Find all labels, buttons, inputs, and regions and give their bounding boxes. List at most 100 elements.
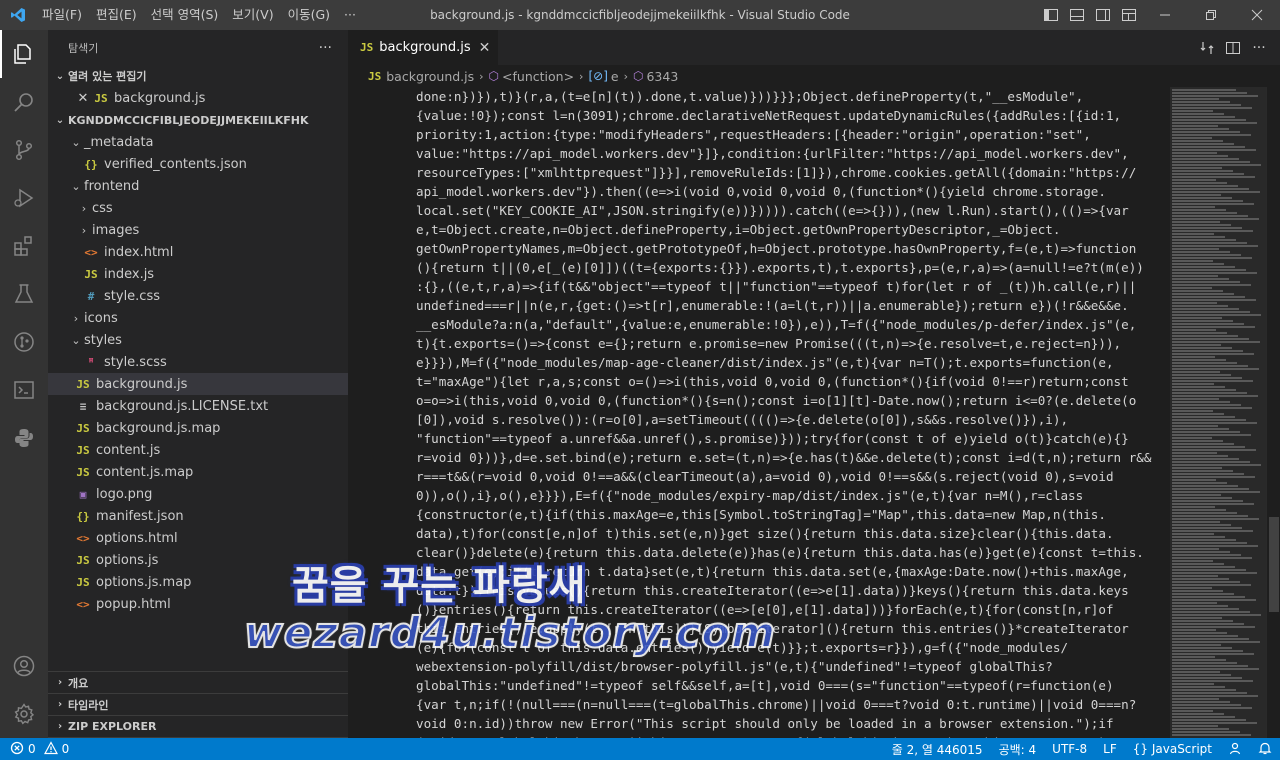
sidebar-section[interactable]: › 개요 — [48, 672, 348, 694]
tree-file[interactable]: <> options.html — [48, 527, 348, 549]
toggle-panel-icon[interactable] — [1064, 0, 1090, 30]
minimap-line — [1172, 146, 1245, 148]
minimap-line — [1172, 392, 1247, 394]
menu-item[interactable]: 편집(E) — [89, 0, 144, 30]
split-editor-icon[interactable] — [1220, 30, 1246, 65]
scrollbar-thumb[interactable] — [1269, 517, 1279, 612]
customize-layout-icon[interactable] — [1116, 0, 1142, 30]
extensions-icon[interactable] — [0, 222, 48, 270]
menu-item[interactable]: 파일(F) — [35, 0, 89, 30]
tree-file[interactable]: <> index.html — [48, 241, 348, 263]
testing-icon[interactable] — [0, 270, 48, 318]
minimap-line — [1172, 515, 1248, 517]
tree-folder[interactable]: ⌄ styles — [48, 329, 348, 351]
tree-file[interactable]: JS background.js — [48, 373, 348, 395]
tree-folder[interactable]: › icons — [48, 307, 348, 329]
minimap-line — [1172, 650, 1243, 652]
tree-folder[interactable]: › css — [48, 197, 348, 219]
minimap-line — [1172, 335, 1238, 337]
toggle-primary-sidebar-icon[interactable] — [1038, 0, 1064, 30]
tree-file[interactable]: JS index.js — [48, 263, 348, 285]
minimap-line — [1172, 128, 1229, 130]
restore-button[interactable] — [1188, 0, 1234, 30]
source-control-icon[interactable] — [0, 126, 48, 174]
tree-file[interactable]: ꟸ style.scss — [48, 351, 348, 373]
tree-file[interactable]: {} manifest.json — [48, 505, 348, 527]
run-debug-icon[interactable] — [0, 174, 48, 222]
minimap-line — [1172, 593, 1234, 595]
tree-item-label: background.js.map — [96, 420, 221, 436]
feedback-icon[interactable] — [1220, 741, 1250, 758]
tree-folder[interactable]: ⌄ _metadata — [48, 131, 348, 153]
minimize-button[interactable] — [1142, 0, 1188, 30]
minimap-line — [1172, 413, 1224, 415]
explorer-icon[interactable] — [0, 30, 48, 78]
sidebar-section[interactable]: › ZIP EXPLORER — [48, 716, 348, 738]
language-mode[interactable]: {} JavaScript — [1125, 742, 1220, 756]
breadcrumb-number[interactable]: 6343 — [646, 69, 678, 84]
toggle-secondary-sidebar-icon[interactable] — [1090, 0, 1116, 30]
chevron-right-icon: › — [579, 69, 584, 83]
breadcrumb-variable[interactable]: e — [611, 69, 619, 84]
minimap-line — [1172, 533, 1214, 535]
tree-file[interactable]: ▣ logo.png — [48, 483, 348, 505]
menu-item[interactable]: ··· — [337, 0, 363, 30]
menu-item[interactable]: 선택 영역(S) — [144, 0, 226, 30]
more-actions-icon[interactable]: ··· — [1246, 30, 1272, 65]
tree-file[interactable]: JS background.js.map — [48, 417, 348, 439]
open-editors-section[interactable]: ⌄ 열려 있는 편집기 — [48, 65, 348, 87]
code-line: api_model.workers.dev"}).then((e=>i(void… — [416, 184, 1106, 199]
tree-folder[interactable]: ⌄ frontend — [48, 175, 348, 197]
open-editor-item[interactable]: ✕ JS background.js — [48, 87, 348, 109]
minimap-line — [1172, 299, 1256, 301]
minimap-line — [1172, 104, 1241, 106]
sidebar-section[interactable]: › 타임라인 — [48, 694, 348, 716]
minimap-line — [1172, 545, 1258, 547]
code-line: resourceTypes:["xmlhttprequest"]}}],remo… — [416, 165, 1137, 180]
close-window-button[interactable] — [1234, 0, 1280, 30]
menu-item[interactable]: 보기(V) — [225, 0, 280, 30]
minimap-line — [1172, 728, 1229, 730]
minimap-line — [1172, 473, 1244, 475]
search-icon[interactable] — [0, 78, 48, 126]
notifications-bell-icon[interactable] — [1250, 741, 1280, 758]
minimap-line — [1172, 623, 1244, 625]
indentation-status[interactable]: 공백: 4 — [991, 741, 1045, 758]
compare-changes-icon[interactable] — [1194, 30, 1220, 65]
menu-item[interactable]: 이동(G) — [281, 0, 337, 30]
breadcrumb-file[interactable]: background.js — [386, 69, 474, 84]
tree-file[interactable]: ≡ background.js.LICENSE.txt — [48, 395, 348, 417]
code-line: r=void 0}))},d=e.set.bind(e);return e.se… — [416, 450, 1152, 465]
git-graph-icon[interactable] — [0, 318, 48, 366]
tree-file[interactable]: # style.css — [48, 285, 348, 307]
minimap[interactable] — [1170, 87, 1266, 738]
breadcrumb-function[interactable]: <function> — [502, 69, 574, 84]
minimap-line — [1172, 164, 1261, 166]
tree-file[interactable]: JS content.js — [48, 439, 348, 461]
close-icon[interactable]: ✕ — [74, 91, 92, 106]
python-icon[interactable] — [0, 414, 48, 462]
workspace-root-section[interactable]: ⌄ KGNDDMCCICFIBLJEODEJJMEKEIILKFHK — [48, 109, 348, 131]
minimap-line — [1172, 263, 1224, 265]
minimap-line — [1172, 92, 1247, 94]
tree-file[interactable]: JS content.js.map — [48, 461, 348, 483]
tab-background-js[interactable]: JS background.js ✕ — [348, 30, 499, 65]
minimap-line — [1172, 221, 1220, 223]
accounts-icon[interactable] — [0, 642, 48, 690]
more-actions-button[interactable]: ··· — [319, 40, 332, 56]
minimap-line — [1172, 365, 1248, 367]
close-tab-icon[interactable]: ✕ — [479, 40, 491, 56]
code-line: {value:!0});const l=n(3091);chrome.decla… — [416, 108, 1122, 123]
remote-explorer-icon[interactable] — [0, 366, 48, 414]
eol-status[interactable]: LF — [1095, 742, 1125, 756]
tree-item-label: options.js.map — [96, 574, 192, 590]
code-line: "function"==typeof a.unref&&a.unref(),s.… — [416, 431, 1129, 446]
minimap-line — [1172, 578, 1229, 580]
settings-gear-icon[interactable] — [0, 690, 48, 738]
tree-folder[interactable]: › images — [48, 219, 348, 241]
encoding-status[interactable]: UTF-8 — [1044, 742, 1095, 756]
problems-status[interactable]: 0 0 — [0, 740, 69, 758]
cursor-position[interactable]: 줄 2, 열 446015 — [884, 741, 991, 758]
tree-file[interactable]: {} verified_contents.json — [48, 153, 348, 175]
editor-scrollbar[interactable] — [1266, 87, 1280, 738]
